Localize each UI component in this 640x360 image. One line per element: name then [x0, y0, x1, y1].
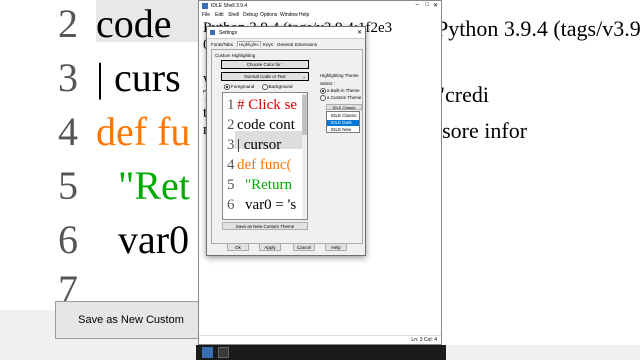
bg-line-number: 5 — [58, 163, 78, 208]
settings-title: Settings — [219, 30, 238, 36]
tab-general[interactable]: General — [277, 42, 293, 47]
builtin-theme-value: IDLE Classic — [332, 104, 356, 110]
settings-titlebar: Settings ✕ — [207, 27, 365, 39]
theme-option-highlighted[interactable]: IDLE Dark — [327, 120, 359, 126]
highlight-preview[interactable]: 1 # Click se 2 code cont 3 | cursor 4 de… — [222, 92, 308, 220]
window-taskbar-icon[interactable] — [218, 347, 229, 358]
custom-highlighting-label: Custom Highlighting — [215, 53, 256, 58]
menu-debug[interactable]: Debug — [243, 12, 258, 18]
foreground-label: Foreground — [231, 84, 255, 90]
builtin-theme-radio[interactable]: a Built-in Theme — [320, 88, 360, 94]
radio-icon — [261, 84, 268, 90]
bg-line-number: 4 — [58, 109, 78, 154]
preview-line: | cursor — [237, 137, 282, 153]
bg-line-number: 6 — [58, 217, 78, 262]
preview-line-number: 6 — [227, 197, 235, 213]
menu-shell[interactable]: Shell — [228, 12, 239, 18]
shell-menubar: File Edit Shell Debug Options Window Hel… — [199, 11, 441, 19]
preview-line-number: 2 — [227, 117, 235, 133]
save-as-new-custom-theme-button[interactable]: Save as New Custom Theme — [222, 222, 308, 230]
background-radio[interactable]: Background — [261, 84, 293, 90]
taskbar — [196, 345, 446, 360]
element-select-value: Normal Code or Text — [244, 74, 286, 79]
menu-file[interactable]: File — [202, 12, 210, 18]
menu-window[interactable]: Window — [280, 12, 298, 18]
bg-line-number: 2 — [58, 1, 78, 46]
preview-line-number: 5 — [227, 177, 235, 193]
menu-help[interactable]: Help — [299, 12, 309, 18]
background-shell: Python 3.9.4 (tags/v3.9.4:1f2e3 "credi t… — [436, 0, 640, 345]
python-icon — [202, 3, 208, 9]
preview-line: "Return — [245, 177, 292, 193]
foreground-radio[interactable]: Foreground — [224, 84, 255, 90]
fg-bg-radio-group: Foreground Background — [224, 84, 293, 90]
settings-close-icon[interactable]: ✕ — [357, 29, 362, 36]
tab-keys[interactable]: Keys — [263, 42, 273, 47]
python-icon — [210, 30, 215, 35]
screen: 2 code 3 | curs 4 def fu 5 "Ret 6 var0 7… — [0, 0, 640, 360]
settings-dialog: Settings ✕ Fonts/Tabs Highlights Keys Ge… — [206, 26, 366, 256]
menu-options[interactable]: Options — [260, 12, 277, 18]
menu-edit[interactable]: Edit — [215, 12, 224, 18]
theme-dropdown-list[interactable]: IDLE Classic IDLE Dark IDLE New — [326, 111, 360, 133]
radio-icon — [320, 88, 326, 94]
custom-theme-label: a Custom Theme — [327, 95, 362, 101]
tab-extensions[interactable]: Extensions — [295, 42, 317, 47]
bg-line-number: 3 — [58, 55, 78, 100]
highlighting-theme-label: Highlighting Theme — [320, 73, 359, 78]
theme-option[interactable]: IDLE Classic — [327, 113, 359, 119]
minimize-icon[interactable]: – — [416, 2, 419, 8]
background-editor: 2 code 3 | curs 4 def fu 5 "Ret 6 var0 7 — [0, 0, 206, 312]
settings-tabs: Fonts/Tabs Highlights Keys General Exten… — [211, 41, 361, 49]
bg-code-line: | curs — [96, 55, 181, 100]
apply-button[interactable]: Apply — [259, 243, 281, 251]
element-select[interactable]: Normal Code or Text ⌄ — [221, 72, 309, 81]
preview-line-number: 1 — [227, 97, 235, 113]
bg-shell-line: "credi — [436, 82, 489, 107]
preview-line: def func( — [237, 157, 292, 173]
tab-fonts-tabs[interactable]: Fonts/Tabs — [211, 42, 233, 47]
bg-code-line: code — [96, 1, 172, 46]
preview-line: var0 = 's — [245, 197, 297, 213]
cancel-button[interactable]: Cancel — [293, 243, 315, 251]
shell-titlebar: IDLE Shell 3.9.4 – □ ✕ — [199, 1, 441, 11]
choose-color-button[interactable]: Choose Color for : — [221, 60, 309, 69]
preview-line-number: 3 — [227, 137, 235, 153]
preview-line-number: 4 — [227, 157, 235, 173]
builtin-theme-select[interactable]: IDLE Classic — [326, 104, 362, 110]
python-taskbar-icon[interactable] — [202, 347, 213, 358]
preview-line: # Click se — [237, 97, 297, 113]
bg-shell-line: tsore infor — [436, 118, 528, 143]
bg-code-line: var0 — [118, 217, 190, 262]
theme-option[interactable]: IDLE New — [327, 127, 359, 133]
maximize-icon[interactable]: □ — [425, 2, 429, 8]
builtin-theme-label: a Built-in Theme — [327, 88, 360, 94]
radio-icon — [320, 95, 326, 101]
custom-theme-radio[interactable]: a Custom Theme — [320, 95, 361, 101]
shell-status-bar: Ln: 3 Col: 4 — [199, 335, 441, 344]
preview-scrollbar[interactable] — [302, 93, 307, 219]
chevron-down-icon: ⌄ — [302, 74, 306, 79]
tab-highlights[interactable]: Highlights — [237, 41, 261, 47]
bg-shell-line: Python 3.9.4 (tags/v3.9.4:1f2e3 — [436, 16, 640, 41]
ok-button[interactable]: Ok — [227, 243, 249, 251]
select-label: Select : — [320, 81, 336, 86]
close-icon[interactable]: ✕ — [433, 2, 438, 9]
cursor-position: Ln: 3 Col: 4 — [411, 337, 437, 343]
radio-icon — [224, 84, 230, 90]
bg-code-line: "Ret — [118, 163, 190, 208]
preview-scroll-thumb[interactable] — [302, 95, 307, 135]
bg-save-as-new-custom-button: Save as New Custom — [55, 301, 207, 339]
preview-line: code cont — [237, 117, 295, 133]
background-label: Background — [268, 84, 293, 90]
highlights-panel: Custom Highlighting Choose Color for : N… — [211, 49, 363, 244]
help-button[interactable]: Help — [325, 243, 347, 251]
bg-code-line: def fu — [96, 109, 191, 154]
shell-title: IDLE Shell 3.9.4 — [211, 3, 248, 9]
